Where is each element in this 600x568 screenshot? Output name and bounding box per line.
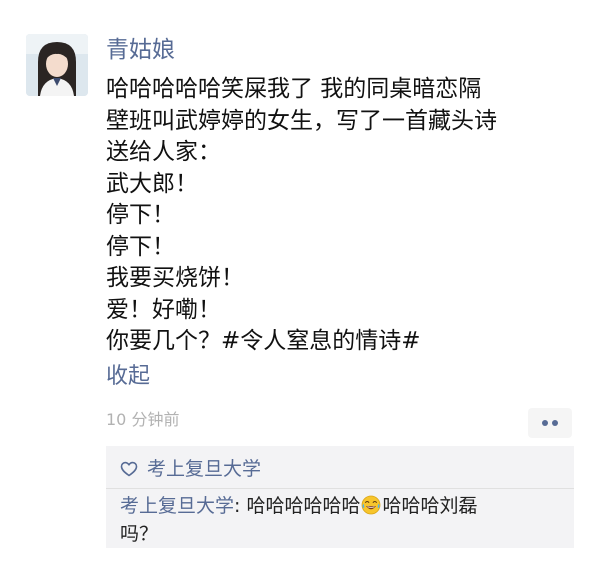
comment-separator: : [234, 495, 247, 517]
like-user-name[interactable]: 考上复旦大学 [147, 454, 261, 484]
content-line: 我要买烧饼！ [106, 265, 244, 291]
content-line: 送给人家： [106, 139, 221, 165]
author-name[interactable]: 青姑娘 [106, 34, 175, 66]
comment-item[interactable]: 考上复旦大学: 哈哈哈哈哈哈 哈哈哈刘磊吗？ [120, 492, 568, 548]
content-line: 武大郎！ [106, 170, 198, 197]
post-content: 哈哈哈哈哈笑屎我了 我的同桌暗恋隔 壁班叫武婷婷的女生，写了一首藏头诗 送给人家… [106, 74, 586, 358]
interactions-panel: 考上复旦大学 考上复旦大学: 哈哈哈哈哈哈 哈哈哈刘磊吗？ [106, 446, 574, 548]
comment-author[interactable]: 考上复旦大学 [120, 495, 234, 517]
ellipsis-icon-dot [552, 420, 558, 426]
moments-post: 青姑娘 哈哈哈哈哈笑屎我了 我的同桌暗恋隔 壁班叫武婷婷的女生，写了一首藏头诗 … [0, 0, 600, 568]
comment-text: 哈哈哈哈哈哈 [246, 495, 361, 517]
content-line: 爱！好嘞！ [106, 296, 221, 323]
user-avatar-image [26, 34, 88, 96]
laughing-tears-emoji [362, 495, 381, 515]
post-timestamp: 10 分钟前 [106, 410, 180, 429]
collapse-link[interactable]: 收起 [106, 362, 150, 392]
comment-text: 哈哈哈刘磊 [382, 495, 478, 517]
avatar[interactable] [26, 34, 88, 96]
content-line: 哈哈哈哈哈笑屎我了 我的同桌暗恋隔 [106, 76, 482, 102]
content-line: 停下！ [106, 202, 175, 228]
more-actions-button[interactable] [528, 408, 572, 438]
comment-text: 吗？ [120, 523, 159, 545]
content-line: 停下！ [106, 233, 175, 260]
content-line: 壁班叫武婷婷的女生，写了一首藏头诗 [106, 107, 497, 134]
content-line: 你要几个？#令人窒息的情诗# [106, 328, 421, 354]
ellipsis-icon [542, 420, 548, 426]
heart-outline-icon [120, 461, 138, 477]
divider [106, 488, 574, 489]
